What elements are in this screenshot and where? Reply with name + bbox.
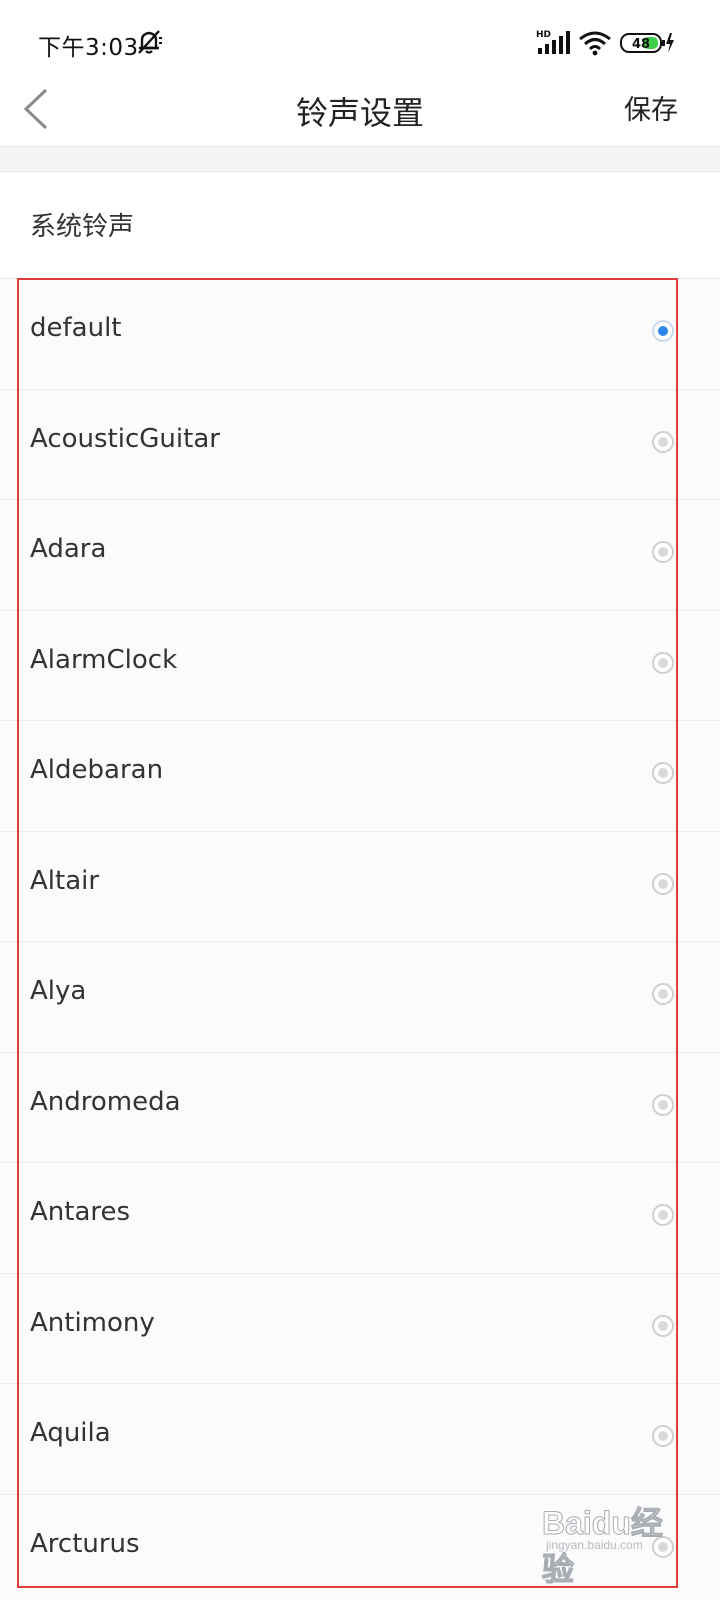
- ringtone-label: Antimony: [30, 1307, 155, 1338]
- list-item[interactable]: Andromeda: [0, 1052, 720, 1163]
- svg-text:HD: HD: [536, 30, 551, 40]
- ringtone-label: default: [30, 313, 122, 343]
- radio-button[interactable]: [652, 541, 674, 563]
- list-item[interactable]: Adara: [0, 500, 720, 611]
- list-item[interactable]: Altair: [0, 831, 720, 942]
- section-title: 系统铃声: [30, 212, 135, 242]
- list-item[interactable]: Alya: [0, 942, 720, 1053]
- save-button[interactable]: 保存: [624, 88, 678, 127]
- list-item[interactable]: default: [0, 279, 720, 390]
- list-item[interactable]: Arcturus: [0, 1494, 720, 1600]
- ringtone-label: AcousticGuitar: [30, 423, 220, 454]
- radio-button[interactable]: [652, 651, 674, 674]
- radio-button[interactable]: [652, 762, 674, 784]
- list-item[interactable]: AlarmClock: [0, 610, 720, 721]
- radio-button[interactable]: [652, 1093, 674, 1116]
- battery-icon: 48: [620, 31, 676, 55]
- nav-bar: 铃声设置 保存: [0, 80, 720, 146]
- radio-button[interactable]: [652, 320, 674, 342]
- radio-button[interactable]: [652, 1425, 674, 1447]
- ringtone-label: Arcturus: [30, 1528, 140, 1559]
- ringtone-list: default AcousticGuitar Adara AlarmClock …: [0, 279, 720, 1600]
- list-item[interactable]: Antares: [0, 1163, 720, 1274]
- ringtone-label: Andromeda: [30, 1086, 181, 1117]
- signal-icon: HD: [536, 28, 572, 56]
- ringtone-label: AlarmClock: [30, 644, 178, 675]
- radio-button[interactable]: [652, 430, 674, 453]
- status-time: 下午3:03: [38, 35, 139, 61]
- radio-button[interactable]: [652, 1314, 674, 1337]
- radio-button[interactable]: [652, 1535, 674, 1558]
- section-divider: [0, 146, 720, 172]
- ringtone-label: Adara: [30, 534, 107, 564]
- page-title: 铃声设置: [295, 94, 424, 132]
- ringtone-label: Altair: [30, 865, 100, 896]
- charging-icon: [666, 33, 674, 53]
- radio-button[interactable]: [652, 872, 674, 895]
- mute-icon: [134, 27, 164, 57]
- wifi-icon: [578, 30, 612, 56]
- list-item[interactable]: Aquila: [0, 1384, 720, 1495]
- section-header: 系统铃声: [0, 172, 720, 279]
- status-bar: 下午3:03 HD 48: [0, 0, 720, 80]
- ringtone-label: Antares: [30, 1197, 131, 1227]
- radio-button[interactable]: [652, 983, 674, 1005]
- ringtone-label: Aquila: [30, 1418, 111, 1448]
- radio-button[interactable]: [652, 1204, 674, 1226]
- ringtone-label: Aldebaran: [30, 755, 164, 785]
- ringtone-label: Alya: [30, 976, 87, 1006]
- battery-level: 48: [632, 37, 650, 52]
- list-item[interactable]: Antimony: [0, 1273, 720, 1384]
- list-item[interactable]: AcousticGuitar: [0, 389, 720, 500]
- list-item[interactable]: Aldebaran: [0, 721, 720, 832]
